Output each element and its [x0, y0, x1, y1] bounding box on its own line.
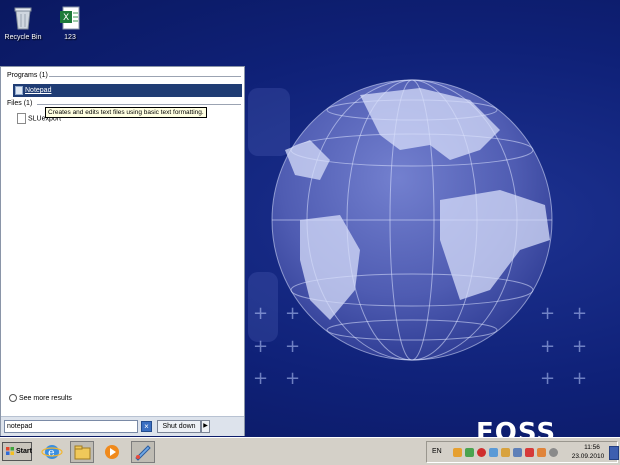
file-explorer-icon[interactable]: [70, 441, 94, 463]
taskbar: Start e EN 11:56 23.09.2010: [0, 437, 620, 465]
antivirus-icon[interactable]: [477, 448, 486, 457]
desktop-icon-label: 123: [64, 34, 76, 41]
see-more-label: See more results: [19, 394, 72, 402]
see-more-results-link[interactable]: See more results: [9, 394, 72, 402]
warning-flag-icon[interactable]: [525, 448, 534, 457]
decorative-plus: +: [572, 368, 588, 389]
notification-icon[interactable]: [537, 448, 546, 457]
decorative-plus: +: [285, 368, 301, 389]
signal-icon[interactable]: [501, 448, 510, 457]
text-file-icon: [17, 113, 26, 124]
decorative-plus: +: [253, 368, 269, 389]
decorative-plus: +: [253, 336, 269, 357]
decorative-plus: +: [253, 303, 269, 324]
programs-group-header: Programs (1): [7, 72, 48, 79]
search-bar: × Shut down ▶: [1, 416, 244, 436]
program-item-notepad[interactable]: Notepad: [13, 84, 242, 97]
internet-explorer-icon[interactable]: e: [40, 441, 64, 463]
start-menu: Programs (1) Notepad Files (1) SLUexport…: [0, 66, 245, 436]
search-icon: [9, 394, 17, 402]
start-label: Start: [16, 448, 32, 455]
windows-logo-icon: [6, 447, 14, 455]
notepad-icon: [15, 86, 23, 95]
decorative-plus: +: [540, 336, 556, 357]
speaker-icon[interactable]: [549, 448, 558, 457]
search-input[interactable]: [4, 420, 138, 433]
group-divider: [37, 104, 241, 105]
excel-file-icon: X: [58, 5, 82, 31]
decorative-plus: +: [572, 303, 588, 324]
group-divider: [49, 76, 241, 77]
start-button[interactable]: Start: [2, 442, 32, 461]
network-icon[interactable]: [465, 448, 474, 457]
svg-text:X: X: [63, 13, 69, 23]
program-item-label: Notepad: [25, 87, 52, 94]
clear-search-icon[interactable]: ×: [141, 421, 152, 432]
decorative-plus: +: [285, 336, 301, 357]
clock-time[interactable]: 11:56: [577, 444, 607, 451]
monitor-icon[interactable]: [513, 448, 522, 457]
clock-date[interactable]: 23.09.2010: [567, 453, 609, 460]
paint-icon[interactable]: [131, 441, 155, 463]
thumbs-up-icon[interactable]: [453, 448, 462, 457]
brand-logo-text: EOSS: [476, 418, 557, 437]
recycle-bin-icon: [11, 5, 35, 31]
desktop-icon-label: Recycle Bin: [4, 34, 42, 41]
show-desktop-icon[interactable]: [609, 446, 619, 460]
decorative-plus: +: [540, 368, 556, 389]
shutdown-button[interactable]: Shut down: [157, 420, 201, 433]
files-group-header: Files (1): [7, 100, 33, 107]
shutdown-options-arrow-icon[interactable]: ▶: [201, 420, 210, 433]
language-indicator[interactable]: EN: [432, 448, 442, 455]
tooltip: Creates and edits text files using basic…: [45, 107, 207, 118]
system-tray: EN 11:56 23.09.2010: [426, 441, 619, 463]
decorative-plus: +: [572, 336, 588, 357]
media-player-icon[interactable]: [100, 441, 124, 463]
shield-icon[interactable]: [489, 448, 498, 457]
decorative-plus: +: [285, 303, 301, 324]
decorative-plus: +: [540, 303, 556, 324]
desktop-icon-recycle-bin[interactable]: Recycle Bin: [0, 5, 46, 41]
desktop-icon-123[interactable]: X 123: [47, 5, 93, 41]
